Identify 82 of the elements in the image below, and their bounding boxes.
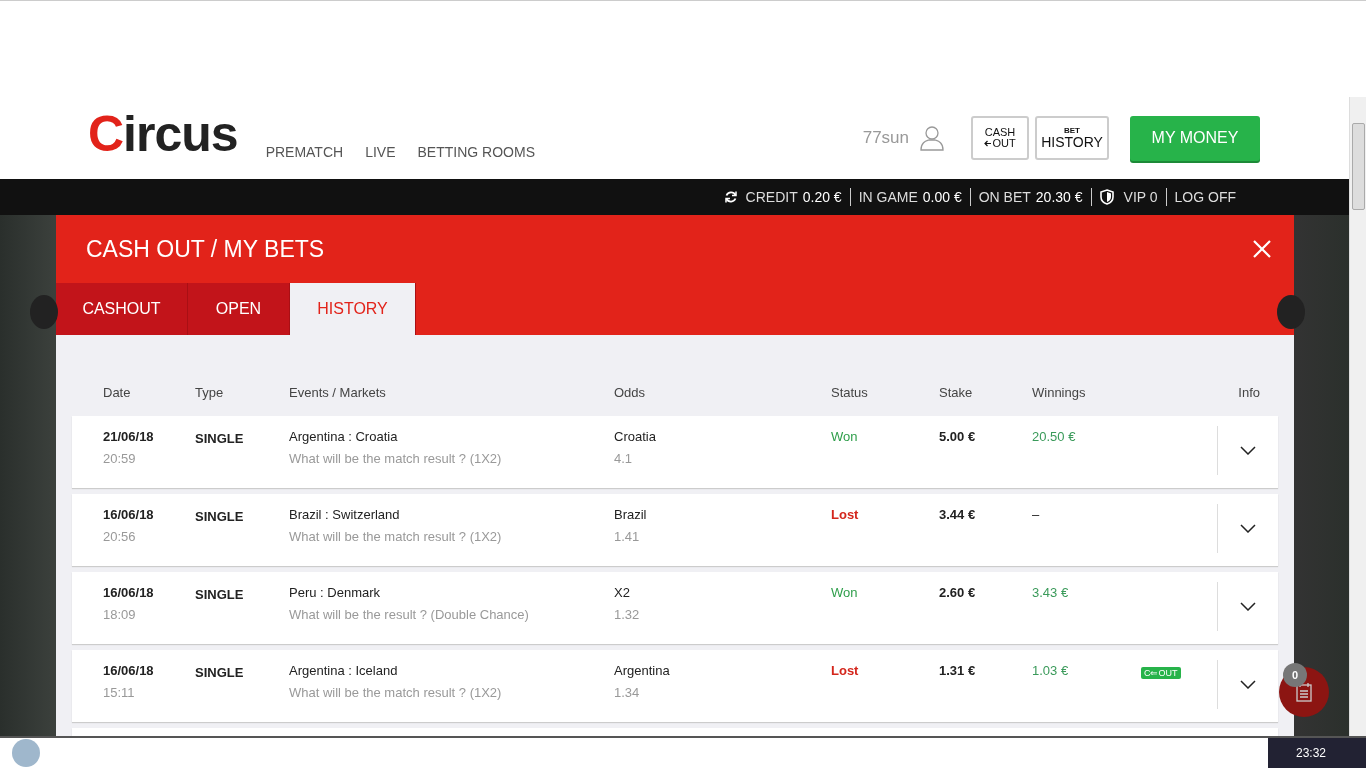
bet-winnings: 3.43 € bbox=[1032, 585, 1070, 600]
bet-type: SINGLE bbox=[195, 665, 245, 680]
event-name: Argentina : Croatia bbox=[289, 429, 399, 444]
column-header: Info bbox=[1238, 385, 1261, 400]
tab[interactable]: CASHOUT bbox=[56, 283, 188, 335]
nav-link[interactable]: PREMATCH bbox=[265, 144, 344, 160]
nav-link[interactable]: BETTING ROOMS bbox=[417, 144, 535, 160]
close-icon bbox=[1252, 239, 1272, 259]
refresh-icon[interactable] bbox=[723, 190, 738, 204]
market-name: What will be the match result ? (1X2) bbox=[289, 685, 503, 700]
bet-status: Won bbox=[831, 429, 859, 444]
logo[interactable]: Circus bbox=[88, 105, 238, 163]
scrollbar[interactable] bbox=[1349, 97, 1366, 736]
bet-pick: Argentina bbox=[614, 663, 671, 678]
balance-label: ON BET bbox=[978, 188, 1031, 206]
tab[interactable]: HISTORY bbox=[290, 283, 416, 335]
log-off-link[interactable]: LOG OFF bbox=[1174, 188, 1236, 206]
market-name: What will be the result ? (Double Chance) bbox=[289, 607, 530, 622]
bet-time: 18:09 bbox=[103, 607, 137, 622]
chevron-down-icon bbox=[1240, 446, 1256, 455]
column-header: Winnings bbox=[1032, 385, 1087, 400]
nav-link[interactable]: LIVE bbox=[365, 144, 396, 160]
shield-icon bbox=[1099, 189, 1114, 205]
bet-stake: 3.44 € bbox=[939, 507, 977, 522]
bet-time: 20:56 bbox=[103, 529, 137, 544]
bet-winnings: – bbox=[1032, 507, 1041, 522]
bet-pick: Croatia bbox=[614, 429, 657, 444]
arrow-icon bbox=[984, 140, 993, 147]
column-header: Stake bbox=[939, 385, 974, 400]
bet-stake: 2.60 € bbox=[939, 585, 977, 600]
bet-pick: Brazil bbox=[614, 507, 648, 522]
bet-pick: X2 bbox=[614, 585, 631, 600]
column-header: Status bbox=[831, 385, 869, 400]
bet-type: SINGLE bbox=[195, 431, 245, 446]
column-header: Odds bbox=[614, 385, 647, 400]
bet-stake: 5.00 € bbox=[939, 429, 977, 444]
vip-level: VIP 0 bbox=[1123, 188, 1158, 206]
column-header: Events / Markets bbox=[289, 385, 387, 400]
chevron-down-icon bbox=[1240, 524, 1256, 533]
chevron-down-icon bbox=[1240, 680, 1256, 689]
bet-status: Lost bbox=[831, 507, 860, 522]
bet-time: 20:59 bbox=[103, 451, 137, 466]
event-name: Argentina : Iceland bbox=[289, 663, 399, 678]
event-name: Peru : Denmark bbox=[289, 585, 382, 600]
column-header: Date bbox=[103, 385, 132, 400]
balance-value: 0.20 € bbox=[802, 188, 842, 206]
bet-date: 21/06/18 bbox=[103, 429, 155, 444]
bet-history-button[interactable]: BET HISTORY bbox=[1035, 116, 1109, 160]
bet-time: 15:11 bbox=[103, 685, 136, 700]
cash-out-badge: C⇐OUT bbox=[1141, 667, 1181, 679]
bet-date: 16/06/18 bbox=[103, 663, 155, 678]
column-header: Type bbox=[195, 385, 225, 400]
modal-title: CASH OUT / MY BETS bbox=[86, 235, 325, 263]
event-name: Brazil : Switzerland bbox=[289, 507, 401, 522]
clock: 23:32 bbox=[1267, 738, 1366, 768]
tab[interactable]: OPEN bbox=[188, 283, 290, 335]
balance-label: IN GAME bbox=[858, 188, 918, 206]
bet-odds: 1.41 bbox=[614, 529, 641, 544]
market-name: What will be the match result ? (1X2) bbox=[289, 451, 503, 466]
bet-odds: 4.1 bbox=[614, 451, 634, 466]
bet-status: Won bbox=[831, 585, 859, 600]
bet-type: SINGLE bbox=[195, 509, 245, 524]
bet-type: SINGLE bbox=[195, 587, 245, 602]
balance-value: 20.30 € bbox=[1035, 188, 1083, 206]
start-button[interactable] bbox=[12, 739, 40, 767]
bet-odds: 1.34 bbox=[614, 685, 641, 700]
bet-odds: 1.32 bbox=[614, 607, 641, 622]
clipboard-icon bbox=[1295, 682, 1313, 702]
close-button[interactable] bbox=[1252, 239, 1272, 259]
bet-winnings: 20.50 € bbox=[1032, 429, 1077, 444]
bet-stake: 1.31 € bbox=[939, 663, 977, 678]
bet-date: 16/06/18 bbox=[103, 585, 155, 600]
market-name: What will be the match result ? (1X2) bbox=[289, 529, 503, 544]
bet-winnings: 1.03 € bbox=[1032, 663, 1070, 678]
balance-label: CREDIT bbox=[745, 188, 798, 206]
balance-value: 0.00 € bbox=[922, 188, 962, 206]
bet-date: 16/06/18 bbox=[103, 507, 155, 522]
cash-out-button[interactable]: CASH OUT bbox=[971, 116, 1029, 160]
username: 77sun bbox=[862, 128, 909, 148]
bet-status: Lost bbox=[831, 663, 860, 678]
chevron-down-icon bbox=[1240, 602, 1256, 611]
user-icon[interactable] bbox=[919, 125, 945, 151]
